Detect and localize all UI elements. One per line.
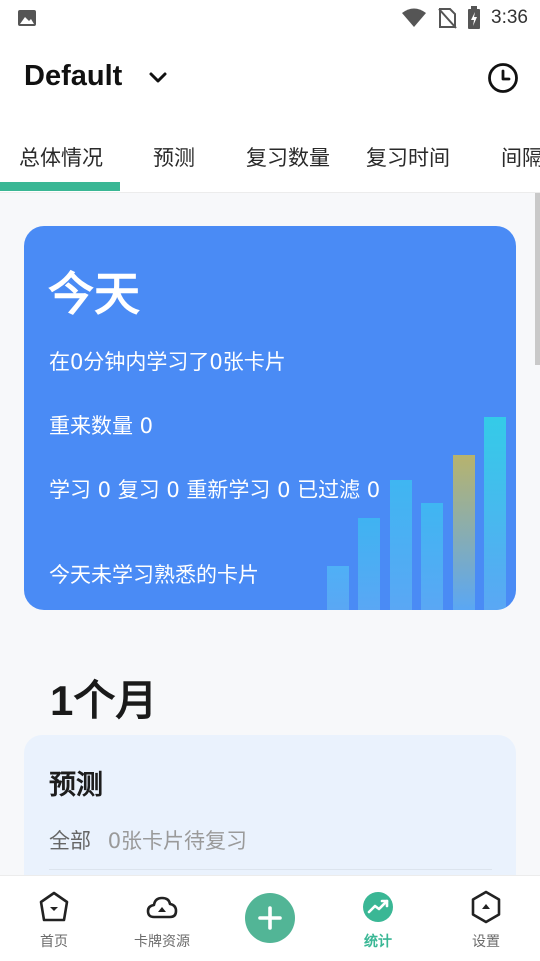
forecast-card: 预测 全部 0张卡片待复习 xyxy=(24,735,516,875)
forecast-row-label: 全部 xyxy=(49,829,91,853)
today-breakdown-text: 学习 0 复习 0 重新学习 0 已过滤 0 xyxy=(49,478,381,502)
forecast-title: 预测 xyxy=(49,770,103,801)
decorative-bar xyxy=(484,417,506,610)
tab-intervals[interactable]: 间隔 xyxy=(501,142,540,172)
nav-home-label: 首页 xyxy=(40,934,68,950)
chevron-down-icon[interactable] xyxy=(146,66,170,90)
app-top-bar: Default xyxy=(0,46,540,110)
add-button[interactable] xyxy=(245,893,295,943)
today-mature-text: 今天未学习熟悉的卡片 xyxy=(49,563,259,587)
decorative-bar xyxy=(327,566,349,610)
stats-tabs: 总体情况 预测 复习数量 复习时间 间隔 xyxy=(0,130,540,193)
nav-deck-resources-label: 卡牌资源 xyxy=(134,934,190,950)
image-notification-icon xyxy=(18,10,36,26)
tab-forecast[interactable]: 预测 xyxy=(153,142,195,172)
status-time: 3:36 xyxy=(491,7,528,28)
today-title: 今天 xyxy=(48,267,140,321)
forecast-row-value: 0张卡片待复习 xyxy=(107,829,248,853)
battery-charging-icon xyxy=(468,6,481,29)
today-again-text: 重来数量 0 xyxy=(49,414,154,438)
decorative-bar xyxy=(453,455,475,610)
active-tab-indicator xyxy=(0,182,120,191)
nav-deck-resources[interactable]: 卡牌资源 xyxy=(108,876,216,961)
nav-settings[interactable]: 设置 xyxy=(432,876,540,961)
today-studied-text: 在0分钟内学习了0张卡片 xyxy=(49,350,286,374)
forecast-row: 全部 0张卡片待复习 xyxy=(49,825,247,855)
no-sim-icon xyxy=(438,8,457,29)
cloud-icon xyxy=(146,896,178,919)
nav-statistics-label: 统计 xyxy=(364,934,392,950)
tab-review-time[interactable]: 复习时间 xyxy=(366,142,450,172)
decorative-bar xyxy=(358,518,380,610)
nav-statistics[interactable]: 统计 xyxy=(324,876,432,961)
add-icon xyxy=(258,906,282,930)
scrollbar[interactable] xyxy=(535,193,540,365)
stats-icon xyxy=(363,892,393,922)
home-icon xyxy=(39,891,69,922)
tab-overview[interactable]: 总体情况 xyxy=(19,142,103,172)
month-section-title: 1个月 xyxy=(50,677,158,724)
wifi-icon xyxy=(402,8,427,27)
status-bar: 3:36 xyxy=(0,0,540,36)
nav-settings-label: 设置 xyxy=(472,934,500,950)
tab-review-count[interactable]: 复习数量 xyxy=(246,142,330,172)
decorative-bar xyxy=(421,503,443,610)
bottom-navigation: 首页 卡牌资源 统计 设置 xyxy=(0,875,540,961)
history-clock-icon[interactable] xyxy=(487,62,519,94)
stats-content[interactable]: 今天 在0分钟内学习了0张卡片 重来数量 0 学习 0 复习 0 重新学习 0 … xyxy=(0,193,540,875)
nav-home[interactable]: 首页 xyxy=(0,876,108,961)
deck-title[interactable]: Default xyxy=(24,60,122,93)
decorative-bar xyxy=(390,480,412,610)
divider xyxy=(49,869,492,870)
settings-icon xyxy=(471,890,501,924)
today-card: 今天 在0分钟内学习了0张卡片 重来数量 0 学习 0 复习 0 重新学习 0 … xyxy=(24,226,516,610)
